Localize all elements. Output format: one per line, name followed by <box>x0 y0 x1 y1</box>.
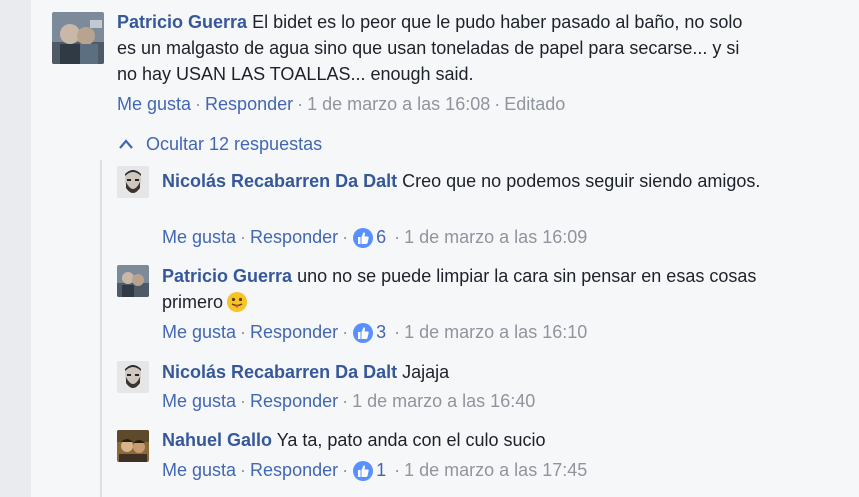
comment-text: Creo que no podemos seguir siendo amigos… <box>402 171 761 191</box>
reply-body: Nicolás Recabarren Da Dalt Creo que no p… <box>162 168 782 194</box>
reply-button[interactable]: Responder <box>250 227 338 247</box>
thumbs-up-icon <box>353 228 374 249</box>
main-comment-body: Patricio Guerra El bidet es lo peor que … <box>117 9 757 87</box>
like-button[interactable]: Me gusta <box>162 322 236 342</box>
comment-text: Jajaja <box>402 362 450 382</box>
thread-line <box>100 160 102 497</box>
reply-button[interactable]: Responder <box>205 94 293 114</box>
like-button[interactable]: Me gusta <box>162 460 236 480</box>
avatar-patricio-guerra[interactable] <box>117 265 149 297</box>
comment-timestamp[interactable]: 1 de marzo a las 16:09 <box>404 227 587 247</box>
hide-replies-label: Ocultar 12 respuestas <box>146 134 323 154</box>
like-count[interactable]: 3 <box>376 322 386 342</box>
chevron-up-icon <box>119 139 133 149</box>
comment-timestamp[interactable]: 1 de marzo a las 16:40 <box>352 391 535 411</box>
reply-body: Patricio Guerra uno no se puede limpiar … <box>162 263 782 315</box>
like-button[interactable]: Me gusta <box>162 227 236 247</box>
like-button[interactable]: Me gusta <box>162 391 236 411</box>
tongue-face-emoji-icon <box>227 292 248 312</box>
avatar-nicolas-recabarren[interactable] <box>117 361 149 393</box>
reply-body: Nicolás Recabarren Da Dalt Jajaja <box>162 359 782 385</box>
reply-actions: Me gusta · Responder · 3 · 1 de marzo a las 16… <box>162 320 587 344</box>
reply-actions: Me gusta · Responder · 1 de marzo a las 16:4… <box>162 391 536 411</box>
comment-author[interactable]: Nahuel Gallo <box>162 430 272 450</box>
like-button[interactable]: Me gusta <box>117 94 191 114</box>
comment-author[interactable]: Nicolás Recabarren Da Dalt <box>162 362 397 382</box>
comment-timestamp[interactable]: 1 de marzo a las 17:45 <box>404 460 587 480</box>
reactions[interactable] <box>352 227 374 249</box>
thumbs-up-icon <box>353 323 374 344</box>
reply-actions: Me gusta · Responder · 1 · 1 de marzo a las 17… <box>162 458 587 482</box>
reply-button[interactable]: Responder <box>250 460 338 480</box>
reactions[interactable] <box>352 460 374 482</box>
like-count[interactable]: 1 <box>376 460 386 480</box>
like-count[interactable]: 6 <box>376 227 386 247</box>
comment-author[interactable]: Nicolás Recabarren Da Dalt <box>162 171 397 191</box>
avatar-patricio-guerra[interactable] <box>52 12 104 64</box>
avatar-nicolas-recabarren[interactable] <box>117 166 149 198</box>
reply-button[interactable]: Responder <box>250 322 338 342</box>
main-comment-actions: Me gusta · Responder · 1 de marzo a las 16:0… <box>117 94 566 114</box>
hide-replies-button[interactable]: Ocultar 12 respuestas <box>118 131 322 157</box>
comment-timestamp[interactable]: 1 de marzo a las 16:10 <box>404 322 587 342</box>
edited-label[interactable]: Editado <box>504 94 565 114</box>
reply-actions: Me gusta · Responder · 6 · 1 de marzo a las 16… <box>162 225 587 249</box>
reply-body: Nahuel Gallo Ya ta, pato anda con el cul… <box>162 427 782 453</box>
reply-button[interactable]: Responder <box>250 391 338 411</box>
comment-author[interactable]: Patricio Guerra <box>117 12 247 32</box>
comment-author[interactable]: Patricio Guerra <box>162 266 292 286</box>
comment-text: Ya ta, pato anda con el culo sucio <box>276 430 546 450</box>
thumbs-up-icon <box>353 461 374 482</box>
avatar-nahuel-gallo[interactable] <box>117 430 149 462</box>
comment-timestamp[interactable]: 1 de marzo a las 16:08 <box>307 94 490 114</box>
reactions[interactable] <box>352 322 374 344</box>
